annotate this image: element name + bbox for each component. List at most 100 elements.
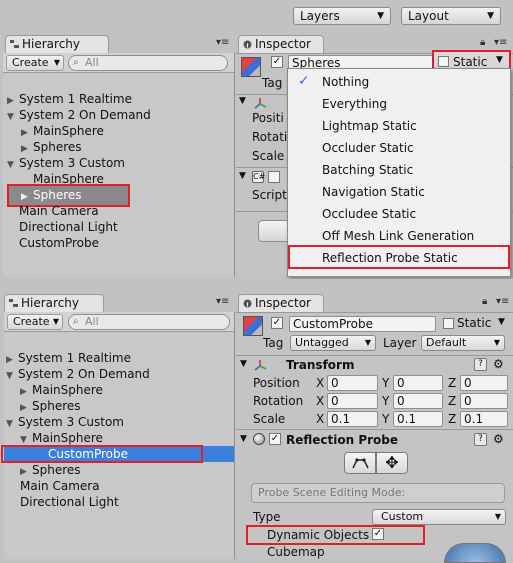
item-label: Spheres <box>32 463 81 477</box>
scale-y-field[interactable]: 0.1 <box>393 411 443 427</box>
chevron-down-icon: ▼ <box>53 58 60 67</box>
tab-inspector[interactable]: Inspector <box>238 294 324 312</box>
panel-menu-icon[interactable]: ▾≡ <box>216 37 229 48</box>
layer-select[interactable]: Default ▼ <box>421 335 505 351</box>
active-checkbox[interactable]: ✓ <box>271 56 283 68</box>
static-checkbox[interactable] <box>443 318 454 329</box>
hierarchy-icon <box>9 299 18 307</box>
scale-label: Scale <box>252 149 285 163</box>
panel-menu-icon[interactable]: ▾≡ <box>216 296 229 307</box>
lock-icon[interactable]: 🔒︎ <box>482 296 487 307</box>
expanded-arrow-icon[interactable]: ▼ <box>6 368 18 384</box>
scale-x-field[interactable]: 0.1 <box>327 411 378 427</box>
expanded-arrow-icon[interactable]: ▼ <box>6 416 18 432</box>
list-item[interactable]: Main Camera <box>20 478 100 494</box>
expanded-arrow-icon[interactable]: ▼ <box>240 434 247 444</box>
help-icon[interactable]: ? <box>474 433 487 446</box>
expanded-arrow-icon[interactable]: ▼ <box>239 96 246 106</box>
expanded-arrow-icon[interactable]: ▼ <box>239 171 246 181</box>
edit-bounds-button[interactable] <box>344 452 376 474</box>
chevron-down-icon: ▼ <box>377 11 384 21</box>
gear-icon[interactable]: ⚙ <box>493 432 504 446</box>
create-button[interactable]: Create ▼ <box>7 314 63 330</box>
item-label: MainSphere <box>32 383 103 397</box>
rotation-x-field[interactable]: 0 <box>327 393 378 409</box>
expanded-arrow-icon[interactable]: ▼ <box>240 359 247 369</box>
search-input[interactable]: ⌕ All <box>68 55 228 71</box>
tag-select[interactable]: Untagged ▼ <box>290 335 376 351</box>
list-item[interactable]: ▶ System 1 Realtime <box>6 350 131 366</box>
value-text: 0.1 <box>397 412 417 426</box>
chevron-down-icon[interactable]: ▼ <box>496 55 503 65</box>
menu-item-reflection-probe-static[interactable]: Reflection Probe Static <box>322 248 458 268</box>
transform-header[interactable]: ▼ Transform ? ⚙ <box>236 355 513 375</box>
tab-inspector[interactable]: Inspector <box>238 35 324 53</box>
menu-item-off-mesh-link-generation[interactable]: Off Mesh Link Generation <box>322 226 474 246</box>
menu-item-occluder-static[interactable]: Occluder Static <box>322 138 414 158</box>
value-text: 0 <box>464 394 472 408</box>
reflection-probe-header[interactable]: ▼ ✓ Reflection Probe ? ⚙ <box>236 429 513 449</box>
edit-bounds-icon <box>352 458 369 469</box>
panel-menu-icon[interactable]: ▾≡ <box>496 296 509 307</box>
list-item[interactable]: Main Camera <box>19 203 99 219</box>
list-item[interactable]: ▶ MainSphere <box>21 123 104 139</box>
rotation-z-field[interactable]: 0 <box>460 393 508 409</box>
static-checkbox[interactable] <box>438 56 449 67</box>
transform-icon <box>254 360 267 371</box>
list-item[interactable]: ▶ System 1 Realtime <box>7 91 132 107</box>
search-icon: ⌕ <box>73 316 79 327</box>
cubemap-preview[interactable] <box>444 543 506 563</box>
list-item[interactable]: ▶ Spheres <box>20 398 81 414</box>
menu-item-nothing[interactable]: Nothing <box>322 72 369 92</box>
info-icon <box>243 299 252 308</box>
list-item[interactable]: ▼ MainSphere <box>20 430 103 446</box>
lock-icon[interactable]: 🔒︎ <box>480 37 485 48</box>
list-item[interactable]: Directional Light <box>20 494 119 510</box>
rotation-y-field[interactable]: 0 <box>393 393 443 409</box>
add-component-button[interactable] <box>258 220 288 242</box>
list-item[interactable]: ▼ System 2 On Demand <box>6 366 150 382</box>
position-z-field[interactable]: 0 <box>460 375 508 391</box>
chevron-down-icon[interactable]: ▼ <box>498 317 505 327</box>
type-select[interactable]: Custom ▼ <box>372 509 506 525</box>
menu-item-lightmap-static[interactable]: Lightmap Static <box>322 116 417 136</box>
expanded-arrow-icon[interactable]: ▼ <box>7 109 19 125</box>
list-item[interactable]: ▶ Spheres <box>21 139 82 155</box>
position-y-field[interactable]: 0 <box>393 375 443 391</box>
active-checkbox[interactable]: ✓ <box>271 317 283 329</box>
list-item[interactable]: ▼ System 3 Custom <box>7 155 125 171</box>
object-name-field[interactable]: CustomProbe <box>289 316 436 332</box>
layout-dropdown[interactable]: Layout ▼ <box>401 7 501 25</box>
scale-label: Scale <box>253 412 286 426</box>
list-item[interactable]: ▶ MainSphere <box>20 382 103 398</box>
layers-dropdown[interactable]: Layers ▼ <box>293 7 391 25</box>
gear-icon[interactable]: ⚙ <box>493 357 504 371</box>
list-item[interactable]: Directional Light <box>19 219 118 235</box>
value-text: 0 <box>397 376 405 390</box>
panel-menu-icon[interactable]: ▾≡ <box>494 37 507 48</box>
create-button[interactable]: Create ▼ <box>6 55 64 71</box>
menu-item-occludee-static[interactable]: Occludee Static <box>322 204 416 224</box>
list-item[interactable]: ▶ Spheres <box>20 462 81 478</box>
menu-item-navigation-static[interactable]: Navigation Static <box>322 182 425 202</box>
component-enabled-checkbox[interactable] <box>268 171 280 183</box>
list-item[interactable]: CustomProbe <box>19 235 99 251</box>
search-input[interactable]: ⌕ All <box>68 314 230 330</box>
layer-value: Default <box>426 336 467 349</box>
position-x-field[interactable]: 0 <box>327 375 378 391</box>
item-label: Main Camera <box>19 204 99 218</box>
list-item[interactable]: ▼ System 3 Custom <box>6 414 124 430</box>
menu-item-batching-static[interactable]: Batching Static <box>322 160 413 180</box>
hierarchy-icon <box>10 40 19 48</box>
list-item[interactable]: ▼ System 2 On Demand <box>7 107 151 123</box>
tab-hierarchy[interactable]: Hierarchy <box>5 35 109 53</box>
dynamic-objects-checkbox[interactable]: ✓ <box>372 528 384 540</box>
move-origin-button[interactable]: ✥ <box>376 452 408 474</box>
menu-item-everything[interactable]: Everything <box>322 94 387 114</box>
help-icon[interactable]: ? <box>474 358 487 371</box>
tab-hierarchy[interactable]: Hierarchy <box>4 294 104 312</box>
component-enabled-checkbox[interactable]: ✓ <box>269 433 281 445</box>
tab-label: Inspector <box>255 37 311 51</box>
expanded-arrow-icon[interactable]: ▼ <box>7 157 19 173</box>
scale-z-field[interactable]: 0.1 <box>460 411 508 427</box>
